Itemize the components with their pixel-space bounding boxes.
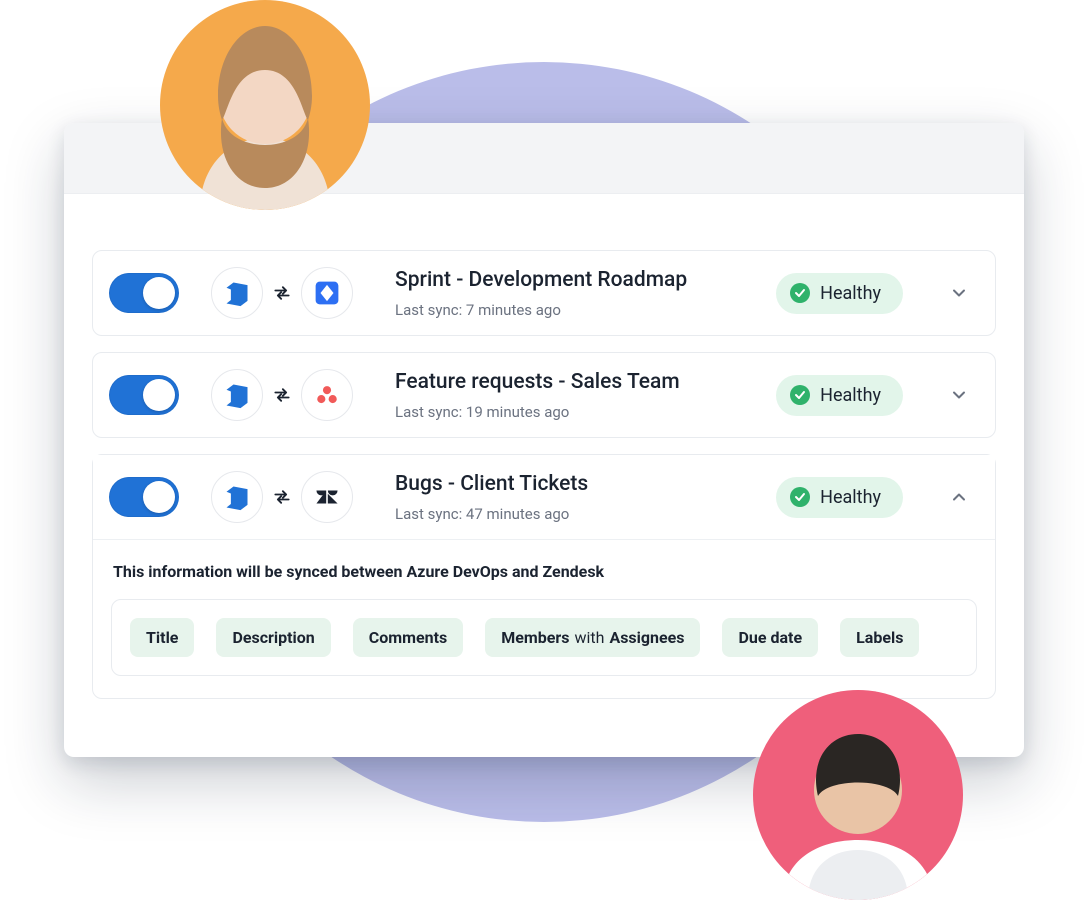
zendesk-icon (301, 471, 353, 523)
flow-title: Sprint - Development Roadmap (395, 267, 758, 294)
flow-subtitle: Last sync: 7 minutes ago (395, 301, 758, 319)
field-chip-title[interactable]: Title (130, 618, 194, 657)
expanded-panel: This information will be synced between … (93, 540, 995, 698)
enable-toggle[interactable] (109, 273, 179, 313)
check-circle-icon (790, 385, 810, 405)
status-badge: Healthy (776, 375, 903, 416)
swap-icon (271, 486, 293, 508)
asana-icon (301, 369, 353, 421)
flow-subtitle: Last sync: 19 minutes ago (395, 403, 758, 421)
integrations-card: Sprint - Development Roadmap Last sync: … (64, 123, 1024, 757)
tool-pair (211, 267, 353, 319)
check-circle-icon (790, 487, 810, 507)
flow-subtitle: Last sync: 47 minutes ago (395, 505, 758, 523)
azure-devops-icon (211, 471, 263, 523)
expand-button[interactable] (945, 279, 973, 307)
expand-button[interactable] (945, 381, 973, 409)
swap-icon (271, 384, 293, 406)
sync-fields-box: Title Description Comments Members with … (111, 599, 977, 676)
flow-title: Feature requests - Sales Team (395, 369, 758, 396)
swap-icon (271, 282, 293, 304)
field-chip-due-date[interactable]: Due date (722, 618, 818, 657)
status-text: Healthy (820, 385, 881, 406)
jira-icon (301, 267, 353, 319)
field-chip-description[interactable]: Description (216, 618, 330, 657)
sync-description: This information will be synced between … (113, 562, 977, 581)
azure-devops-icon (211, 267, 263, 319)
flow-row[interactable]: Feature requests - Sales Team Last sync:… (92, 352, 996, 438)
avatar (753, 690, 963, 900)
flow-title: Bugs - Client Tickets (395, 471, 758, 498)
tool-pair (211, 369, 353, 421)
tool-pair (211, 471, 353, 523)
field-chip-labels[interactable]: Labels (840, 618, 919, 657)
check-circle-icon (790, 283, 810, 303)
card-body: Sprint - Development Roadmap Last sync: … (64, 194, 1024, 757)
avatar (160, 0, 370, 210)
field-chip-members[interactable]: Members with Assignees (485, 618, 700, 657)
enable-toggle[interactable] (109, 375, 179, 415)
azure-devops-icon (211, 369, 263, 421)
enable-toggle[interactable] (109, 477, 179, 517)
collapse-button[interactable] (945, 483, 973, 511)
flow-row[interactable]: Sprint - Development Roadmap Last sync: … (92, 250, 996, 336)
status-badge: Healthy (776, 273, 903, 314)
flow-row[interactable]: Bugs - Client Tickets Last sync: 47 minu… (93, 455, 995, 540)
flow-row-expanded: Bugs - Client Tickets Last sync: 47 minu… (92, 454, 996, 699)
status-badge: Healthy (776, 477, 903, 518)
status-text: Healthy (820, 283, 881, 304)
field-chip-comments[interactable]: Comments (353, 618, 463, 657)
status-text: Healthy (820, 487, 881, 508)
